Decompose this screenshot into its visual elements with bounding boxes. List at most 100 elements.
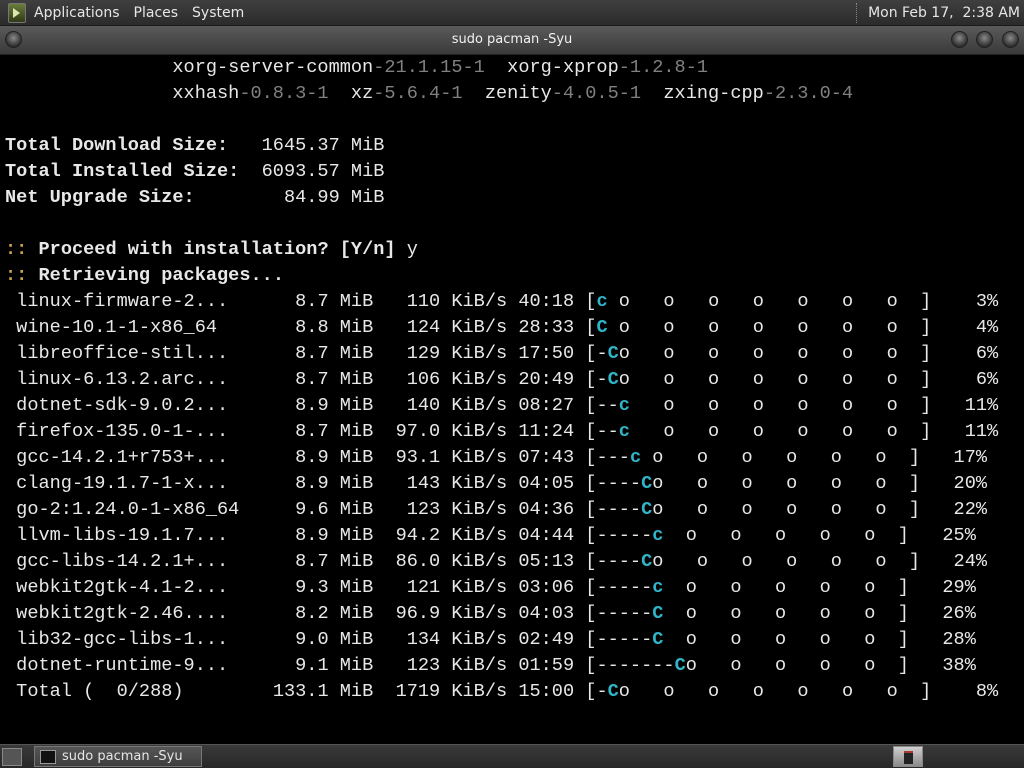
download-rate: 143 KiB/s bbox=[373, 473, 508, 494]
pacman-icon: C bbox=[607, 369, 619, 390]
download-rate: 129 KiB/s bbox=[373, 343, 508, 364]
size-label: Total Installed Size: bbox=[5, 161, 262, 182]
download-percent: 6% bbox=[931, 369, 999, 390]
download-row: libreoffice-stil... 8.7 MiB 129 KiB/s 17… bbox=[5, 341, 998, 367]
size-label: Total Download Size: bbox=[5, 135, 262, 156]
proceed-prompt-line: :: Proceed with installation? [Y/n] y bbox=[5, 237, 418, 263]
download-rate: 97.0 KiB/s bbox=[373, 421, 508, 442]
download-eta: 20:49 bbox=[518, 369, 575, 390]
menu-places[interactable]: Places bbox=[134, 5, 179, 21]
window-title: sudo pacman -Syu bbox=[451, 32, 573, 47]
pacman-icon: c bbox=[652, 577, 664, 598]
progress-bar-start: [----- bbox=[585, 603, 653, 624]
download-size: 9.1 MiB bbox=[239, 655, 374, 676]
download-row: webkit2gtk-2.46.... 8.2 MiB 96.9 KiB/s 0… bbox=[5, 601, 976, 627]
progress-bar-start: [--- bbox=[585, 447, 630, 468]
package-name: xz bbox=[350, 83, 374, 104]
download-row: gcc-libs-14.2.1+... 8.7 MiB 86.0 KiB/s 0… bbox=[5, 549, 987, 575]
package-version: -4.0.5-1 bbox=[551, 83, 642, 104]
close-button[interactable] bbox=[1002, 31, 1019, 48]
menu-system[interactable]: System bbox=[192, 5, 244, 21]
clock[interactable]: Mon Feb 17, 2:38 AM bbox=[868, 5, 1020, 21]
maximize-button[interactable] bbox=[976, 31, 993, 48]
progress-dots: o o o o o o ] bbox=[652, 499, 921, 520]
retrieving-marker: :: bbox=[5, 265, 28, 286]
size-value: 84.99 MiB bbox=[261, 187, 385, 208]
progress-bar-start: [---- bbox=[585, 499, 642, 520]
progress-bar-start: [------- bbox=[585, 655, 675, 676]
prompt-text: Proceed with installation? [Y/n] bbox=[38, 239, 396, 260]
retrieving-text: Retrieving packages... bbox=[38, 265, 284, 286]
package-name: zenity bbox=[484, 83, 552, 104]
download-eta: 15:00 bbox=[518, 681, 575, 702]
taskbar-window-label: sudo pacman -Syu bbox=[62, 749, 183, 764]
progress-bar-start: [ bbox=[585, 317, 597, 338]
download-rate: 1719 KiB/s bbox=[373, 681, 508, 702]
window-titlebar[interactable]: sudo pacman -Syu bbox=[0, 26, 1024, 55]
package-name: xorg-server-common bbox=[172, 57, 374, 78]
progress-bar-start: [---- bbox=[585, 551, 642, 572]
show-desktop-icon[interactable] bbox=[2, 748, 22, 766]
download-size: 8.9 MiB bbox=[239, 447, 374, 468]
download-rate: 124 KiB/s bbox=[373, 317, 508, 338]
progress-dots: o o o o o ] bbox=[663, 629, 909, 650]
download-eta: 28:33 bbox=[518, 317, 575, 338]
download-rate: 110 KiB/s bbox=[373, 291, 508, 312]
download-rate: 93.1 KiB/s bbox=[373, 447, 508, 468]
trash-icon[interactable] bbox=[893, 746, 923, 767]
download-name: webkit2gtk-2.46.... bbox=[16, 603, 240, 624]
pacman-icon: C bbox=[607, 681, 619, 702]
download-name: dotnet-sdk-9.0.2... bbox=[16, 395, 240, 416]
download-percent: 3% bbox=[931, 291, 999, 312]
terminal-icon bbox=[40, 749, 56, 764]
download-name: dotnet-runtime-9... bbox=[16, 655, 240, 676]
download-rate: 134 KiB/s bbox=[373, 629, 508, 650]
download-name: libreoffice-stil... bbox=[16, 343, 240, 364]
pacman-icon: C bbox=[674, 655, 686, 676]
package-list-line: xxhash-0.8.3-1 xz-5.6.4-1 zenity-4.0.5-1… bbox=[5, 81, 853, 107]
download-eta: 08:27 bbox=[518, 395, 575, 416]
download-row: webkit2gtk-4.1-2... 9.3 MiB 121 KiB/s 03… bbox=[5, 575, 976, 601]
pacman-icon: C bbox=[641, 473, 653, 494]
download-size: 8.7 MiB bbox=[239, 551, 374, 572]
taskbar-window-button[interactable]: sudo pacman -Syu bbox=[34, 746, 202, 767]
menu-applications[interactable]: Applications bbox=[34, 5, 120, 21]
download-row: clang-19.1.7-1-x... 8.9 MiB 143 KiB/s 04… bbox=[5, 471, 987, 497]
download-size: 8.8 MiB bbox=[239, 317, 374, 338]
download-rate: 123 KiB/s bbox=[373, 499, 508, 520]
size-label: Net Upgrade Size: bbox=[5, 187, 262, 208]
progress-dots: o o o o o o o ] bbox=[607, 317, 932, 338]
progress-dots: o o o o o o o ] bbox=[618, 343, 932, 364]
download-size: 8.7 MiB bbox=[239, 291, 374, 312]
download-percent: 11% bbox=[931, 421, 999, 442]
download-percent: 25% bbox=[908, 525, 976, 546]
download-size: 8.9 MiB bbox=[239, 473, 374, 494]
size-value: 6093.57 MiB bbox=[261, 161, 385, 182]
progress-dots: o o o o o o ] bbox=[652, 473, 921, 494]
progress-bar-start: [----- bbox=[585, 525, 653, 546]
size-summary-line: Net Upgrade Size: 84.99 MiB bbox=[5, 185, 384, 211]
top-panel: Applications Places System Mon Feb 17, 2… bbox=[0, 0, 1024, 26]
download-size: 8.9 MiB bbox=[239, 395, 374, 416]
pacman-icon: C bbox=[652, 603, 664, 624]
pacman-icon: C bbox=[596, 317, 608, 338]
download-row: linux-firmware-2... 8.7 MiB 110 KiB/s 40… bbox=[5, 289, 998, 315]
download-eta: 07:43 bbox=[518, 447, 575, 468]
progress-bar-start: [-- bbox=[585, 395, 619, 416]
download-size: 8.7 MiB bbox=[239, 421, 374, 442]
applications-menu-icon[interactable] bbox=[8, 2, 26, 23]
download-percent: 20% bbox=[920, 473, 988, 494]
progress-bar-start: [-- bbox=[585, 421, 619, 442]
download-rate: 123 KiB/s bbox=[373, 655, 508, 676]
progress-dots: o o o o o ] bbox=[663, 577, 909, 598]
download-eta: 01:59 bbox=[518, 655, 575, 676]
pacman-icon: c bbox=[629, 447, 642, 468]
download-name: webkit2gtk-4.1-2... bbox=[16, 577, 240, 598]
minimize-button[interactable] bbox=[951, 31, 968, 48]
download-percent: 22% bbox=[920, 499, 988, 520]
terminal-output[interactable]: xorg-server-common-21.1.15-1 xorg-xprop-… bbox=[0, 55, 1024, 743]
download-row: lib32-gcc-libs-1... 9.0 MiB 134 KiB/s 02… bbox=[5, 627, 976, 653]
package-version: -1.2.8-1 bbox=[618, 57, 709, 78]
download-percent: 4% bbox=[931, 317, 999, 338]
download-percent: 8% bbox=[931, 681, 999, 702]
